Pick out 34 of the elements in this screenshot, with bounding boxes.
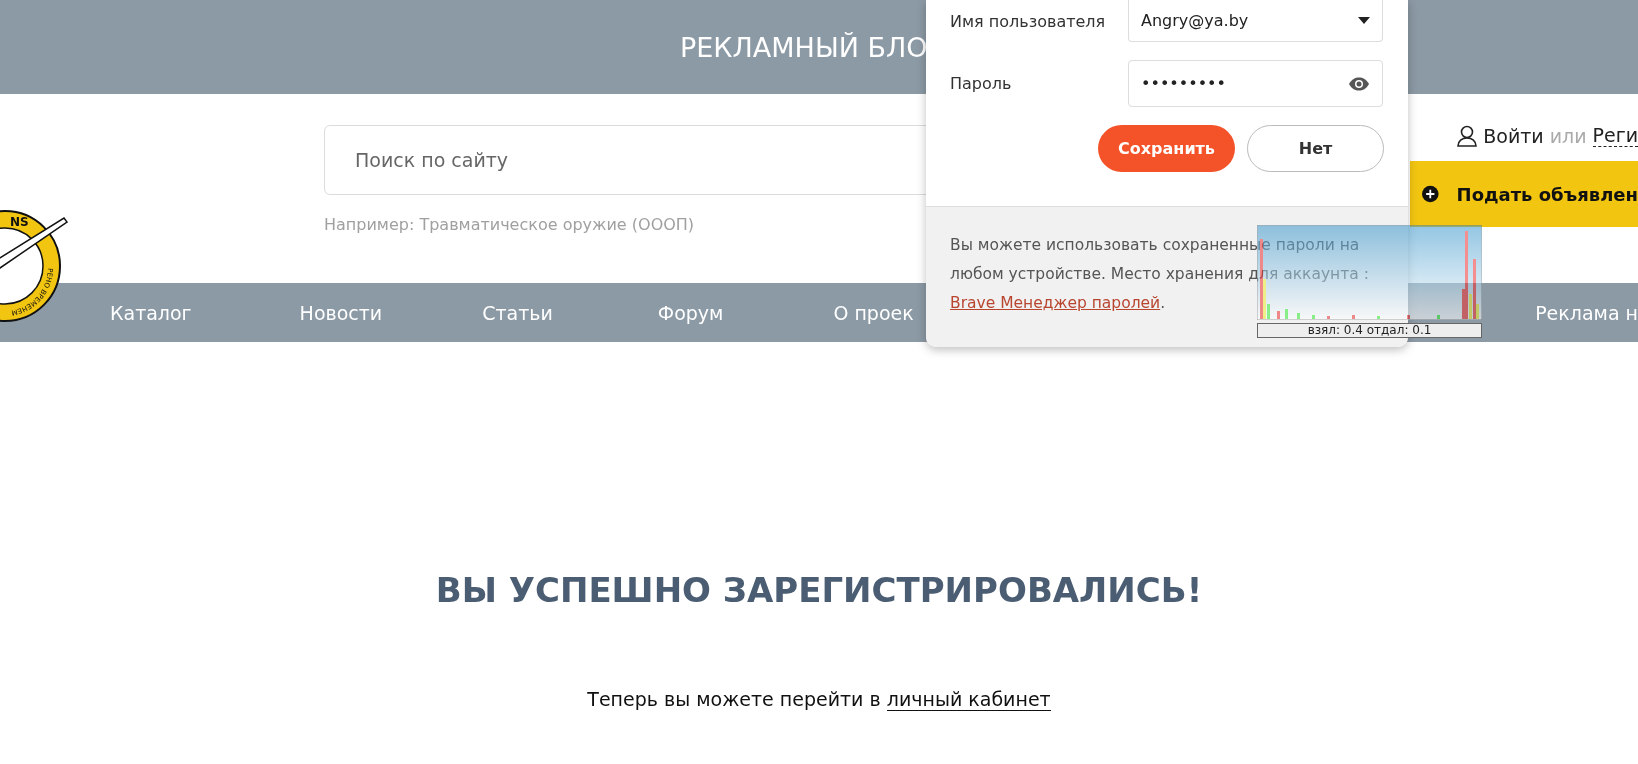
traffic-bar	[1285, 309, 1288, 319]
nav-link[interactable]: Каталог	[110, 301, 192, 324]
password-label: Пароль	[950, 74, 1013, 93]
traffic-bar	[1297, 313, 1300, 319]
nav-link[interactable]: Новости	[299, 301, 383, 324]
nav-link[interactable]: О проек	[833, 301, 914, 324]
traffic-bar	[1312, 315, 1315, 319]
traffic-bar	[1352, 315, 1355, 319]
post-ad-button[interactable]: Подать объявлен	[1410, 161, 1638, 227]
traffic-bar	[1437, 315, 1440, 319]
nav-link[interactable]: Форум	[657, 301, 724, 324]
register-link[interactable]: Реги	[1592, 124, 1638, 147]
eye-icon	[1348, 76, 1370, 91]
password-field[interactable]: •••••••••	[1128, 60, 1383, 107]
dropdown-caret-icon	[1358, 17, 1370, 24]
account-link[interactable]: личный кабинет	[886, 688, 1051, 711]
or-text: или	[1549, 124, 1587, 147]
traffic-bar	[1377, 316, 1380, 319]
traffic-caption: взял: 0.4 отдал: 0.1	[1257, 323, 1482, 338]
decline-button[interactable]: Нет	[1247, 125, 1384, 172]
success-heading: ВЫ УСПЕШНО ЗАРЕГИСТРИРОВАЛИСЬ!	[435, 570, 1203, 610]
nav-link[interactable]: Статьи	[482, 301, 553, 324]
banner-text: РЕКЛАМНЫЙ БЛО	[680, 31, 928, 63]
traffic-bar	[1327, 316, 1330, 319]
login-link[interactable]: Войти	[1483, 124, 1544, 147]
nav-link[interactable]: Реклама н	[1535, 301, 1638, 324]
password-manager-link[interactable]: Brave Менеджер паролей	[950, 294, 1161, 312]
success-text: Теперь вы можете перейти в личный кабинет	[587, 688, 1051, 710]
search-hint: Например: Травматическое оружие (ОООП)	[324, 215, 696, 234]
user-icon	[1457, 124, 1478, 147]
traffic-bar	[1277, 311, 1280, 319]
username-label: Имя пользователя	[950, 11, 1107, 31]
username-field[interactable]: Angry@ya.by	[1128, 0, 1383, 42]
save-button[interactable]: Сохранить	[1098, 125, 1235, 172]
